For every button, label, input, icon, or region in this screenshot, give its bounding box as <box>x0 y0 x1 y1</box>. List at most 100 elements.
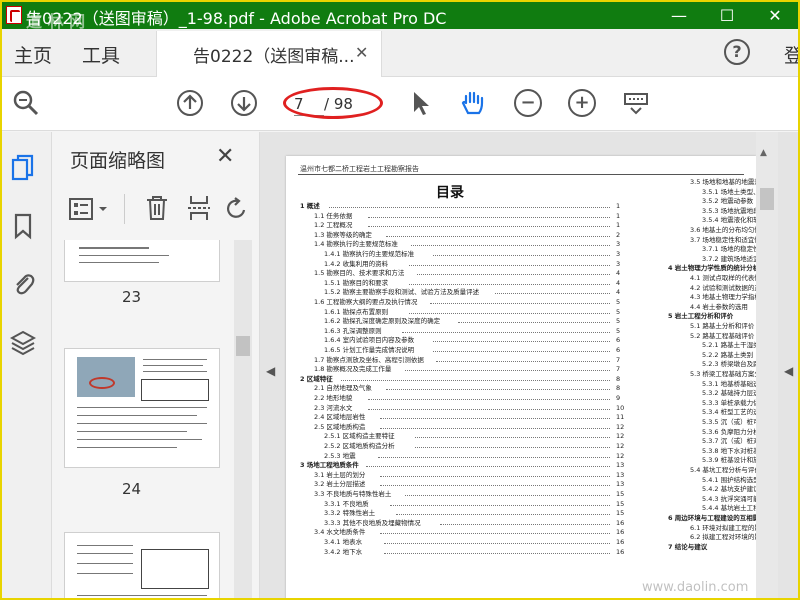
toc-entry[interactable]: 3.3.1 不良地质 <box>324 500 369 508</box>
tools-menu[interactable]: 工具 <box>82 41 120 68</box>
toc-entry[interactable]: 5.3.3 单桩承载力估算 <box>702 399 756 407</box>
toc-entry[interactable]: 5.2.3 桥梁墩台及路基 <box>702 360 756 368</box>
toc-entry[interactable]: 1.6.3 孔深调整原则 <box>324 327 382 335</box>
toc-entry[interactable]: 2.5.3 地震 <box>324 452 356 460</box>
toc-entry[interactable]: 2.1 自然地理及气象 <box>314 384 372 392</box>
toc-entry[interactable]: 5.2.1 路基土干湿类型 <box>702 341 756 349</box>
toc-entry[interactable]: 5.4.4 基坑岩土工程问题分析 <box>702 504 756 512</box>
toc-entry[interactable]: 1.3 勘察等级的确定 <box>314 231 372 239</box>
toc-entry[interactable]: 1.4.2 收集利用的资料 <box>324 260 388 268</box>
document-tab[interactable]: 告0222（送图审稿... ✕ <box>156 31 382 77</box>
toc-entry[interactable]: 5.4.2 基坑支护建议 <box>702 485 756 493</box>
toc-entry[interactable]: 3.1 岩土层的划分 <box>314 471 365 479</box>
toc-entry[interactable]: 1.4 勘察执行的主要规范标准 <box>314 240 398 248</box>
rotate-page-icon[interactable] <box>226 196 248 222</box>
page-thumbnails-icon[interactable] <box>10 154 36 182</box>
toc-entry[interactable]: 3.4.2 地下水 <box>324 548 362 556</box>
toc-entry[interactable]: 3.3.3 其他不良地质及埋藏物情况 <box>324 519 421 527</box>
toc-entry[interactable]: 2.2 地形地貌 <box>314 394 352 402</box>
tab-close-icon[interactable]: ✕ <box>355 43 368 62</box>
toc-entry[interactable]: 3.7 场地稳定性和适宜性评价 <box>690 236 756 244</box>
toc-entry[interactable]: 3.3 不良地质与特殊性岩土 <box>314 490 391 498</box>
toc-entry[interactable]: 5.3.7 沉（或）桩对周边环境 <box>702 437 756 445</box>
toc-entry[interactable]: 1.5 勘察目的、技术要求和方法 <box>314 269 404 277</box>
toc-entry[interactable]: 5.3.4 桩型工艺的选择 <box>702 408 756 416</box>
toc-entry[interactable]: 3.3.2 特殊性岩土 <box>324 509 375 517</box>
toc-entry[interactable]: 6 周边环境与工程建设的互相影响分析 <box>668 514 756 522</box>
hand-tool-icon[interactable] <box>458 89 486 117</box>
thumbnail-scrollbar-thumb[interactable] <box>236 336 250 356</box>
toc-entry[interactable]: 4.2 试验和测试数据的正确性、 <box>690 284 756 292</box>
toc-entry[interactable]: 2.4 区域地层岩性 <box>314 413 365 421</box>
delete-page-icon[interactable] <box>144 194 170 222</box>
toc-entry[interactable]: 3.5.3 场地抗震地段类别 <box>702 207 756 215</box>
toc-entry[interactable]: 1.4.1 勘察执行的主要规范标准 <box>324 250 414 258</box>
toc-entry[interactable]: 2.3 河流水文 <box>314 404 352 412</box>
toc-entry[interactable]: 1.8 勘察概况及完成工作量 <box>314 365 391 373</box>
collapse-left-pane-icon[interactable]: ◀ <box>266 364 275 378</box>
toc-entry[interactable]: 5.3.6 负摩阻力分析 <box>702 428 756 436</box>
help-icon[interactable]: ? <box>724 39 750 65</box>
toc-entry[interactable]: 5.3.9 桩基设计和施工措施 <box>702 456 756 464</box>
keyboard-tool-icon[interactable] <box>622 89 650 117</box>
toc-entry[interactable]: 3 场地工程地质条件 <box>300 461 359 469</box>
toc-entry[interactable]: 5.3.8 地下水对桩基设计和施 <box>702 447 756 455</box>
toc-entry[interactable]: 3.5.4 地震液化和软土震陷 <box>702 216 756 224</box>
toc-entry[interactable]: 4.3 地基土物理力学指标的统计 <box>690 293 756 301</box>
bookmark-icon[interactable] <box>10 212 36 240</box>
select-cursor-icon[interactable] <box>406 89 434 117</box>
toc-entry[interactable]: 2 区域特征 <box>300 375 333 383</box>
next-page-icon[interactable] <box>230 89 258 117</box>
thumbnail-page-24[interactable] <box>64 348 220 468</box>
toc-entry[interactable]: 5.4 基坑工程分析与评价 <box>690 466 756 474</box>
toc-entry[interactable]: 6.1 环境对拟建工程的影响 <box>690 524 756 532</box>
toc-entry[interactable]: 5.2 路基工程基础评价 <box>690 332 754 340</box>
thumbnail-options-icon[interactable] <box>68 196 114 222</box>
toc-entry[interactable]: 1.6 工程勘察大纲的要点及执行情况 <box>314 298 417 306</box>
toc-entry[interactable]: 1.6.4 室内试验项目内容及参数 <box>324 336 414 344</box>
toc-entry[interactable]: 5.2.2 路基土类别 <box>702 351 753 359</box>
previous-page-icon[interactable] <box>176 89 204 117</box>
expand-right-pane-icon[interactable]: ◀ <box>784 364 793 378</box>
toc-entry[interactable]: 1.6.2 勘探孔深度确定原则及深度的确定 <box>324 317 440 325</box>
zoom-search-icon[interactable] <box>12 89 40 117</box>
toc-entry[interactable]: 5.4.3 抗浮突涌可能性分析 <box>702 495 756 503</box>
toc-entry[interactable]: 3.5 场地和地基的地震效应 <box>690 178 756 186</box>
toc-entry[interactable]: 1.5.1 勘察目的和要求 <box>324 279 388 287</box>
toc-entry[interactable]: 3.4.1 地表水 <box>324 538 362 546</box>
toc-entry[interactable]: 3.7.2 建筑场地适宜性评价 <box>702 255 756 263</box>
toc-entry[interactable]: 5.3.2 基础持力层选择 <box>702 389 756 397</box>
close-pane-icon[interactable]: ✕ <box>216 144 234 169</box>
toc-entry[interactable]: 3.4 水文地质条件 <box>314 528 365 536</box>
toc-entry[interactable]: 3.7.1 场地的稳定性 <box>702 245 756 253</box>
toc-entry[interactable]: 1.7 勘察点测放及坐标、高程引测依据 <box>314 356 424 364</box>
insert-page-icon[interactable] <box>186 194 212 222</box>
toc-entry[interactable]: 1.1 任务依据 <box>314 212 352 220</box>
toc-entry[interactable]: 4.4 岩土参数的选用 <box>690 303 748 311</box>
toc-entry[interactable]: 2.5 区域地质构造 <box>314 423 365 431</box>
toc-entry[interactable]: 3.5.1 场地土类型、场地类别 <box>702 188 756 196</box>
toc-entry[interactable]: 3.5.2 地震动参数 <box>702 197 753 205</box>
layers-icon[interactable] <box>10 328 36 356</box>
toc-entry[interactable]: 4 岩土物理力学性质的统计分析与选用 <box>668 264 756 272</box>
toc-entry[interactable]: 1 概述 <box>300 202 320 210</box>
thumbnail-scrollbar[interactable] <box>234 240 252 598</box>
attachment-icon[interactable] <box>10 270 36 298</box>
toc-entry[interactable]: 5.3.1 地基桥基础选型分析 <box>702 380 756 388</box>
zoom-in-icon[interactable]: + <box>568 89 596 117</box>
toc-entry[interactable]: 2.5.1 区域构造主要特征 <box>324 432 395 440</box>
toc-entry[interactable]: 4.1 测试点取样的代表性 <box>690 274 756 282</box>
zoom-out-icon[interactable]: − <box>514 89 542 117</box>
toc-entry[interactable]: 5.3.5 沉（或）桩可行性分析 <box>702 418 756 426</box>
toc-entry[interactable]: 6.2 拟建工程对环境的影响 <box>690 533 756 541</box>
toc-entry[interactable]: 5.4.1 围护结构选型 <box>702 476 756 484</box>
toc-entry[interactable]: 1.5.2 勘察主要勘察手段和测试、试验方法及质量评述 <box>324 288 479 296</box>
document-scrollbar-thumb[interactable] <box>760 188 774 210</box>
toc-entry[interactable]: 5 岩土工程分析和评价 <box>668 312 733 320</box>
scroll-up-arrow-icon[interactable]: ▲ <box>760 148 767 158</box>
toc-entry[interactable]: 7 结论与建议 <box>668 543 707 551</box>
toc-entry[interactable]: 1.6.5 计划工作量完成情况说明 <box>324 346 414 354</box>
maximize-button[interactable]: ☐ <box>704 2 750 29</box>
toc-entry[interactable]: 2.5.2 区域地质构造分析 <box>324 442 395 450</box>
toc-entry[interactable]: 5.1 路基土分析和评价 <box>690 322 754 330</box>
